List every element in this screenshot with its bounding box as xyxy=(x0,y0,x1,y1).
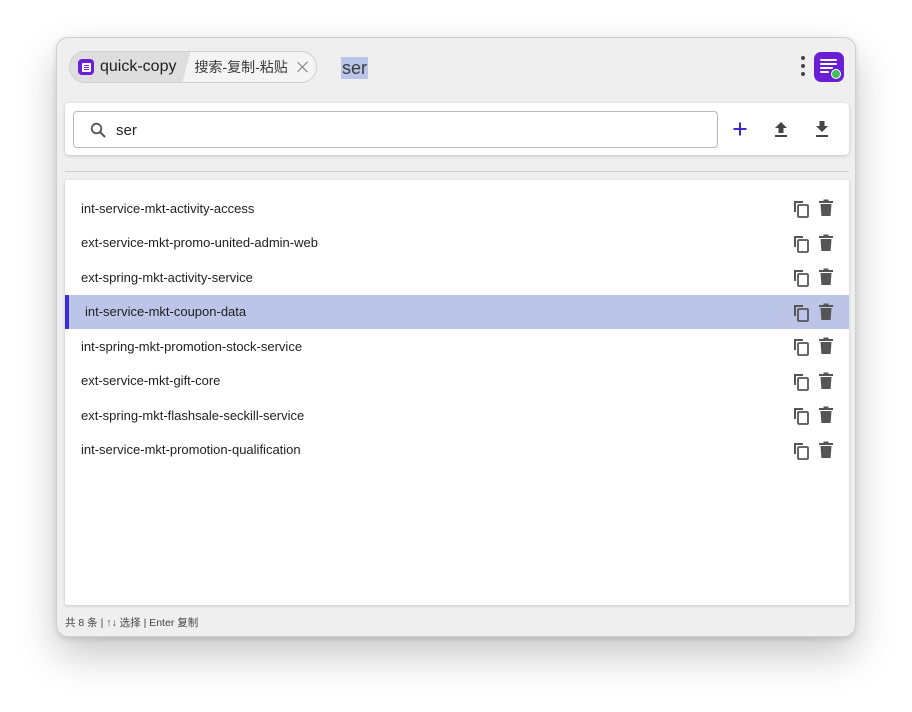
breadcrumb-app-label: quick-copy xyxy=(100,58,177,75)
trash-icon[interactable] xyxy=(818,406,834,424)
trash-icon[interactable] xyxy=(818,268,834,286)
search-toolbar xyxy=(65,103,849,155)
breadcrumb-task[interactable]: 搜索-复制-粘贴 xyxy=(188,52,315,82)
search-input[interactable] xyxy=(116,119,696,141)
copy-icon[interactable] xyxy=(791,267,811,287)
copy-icon[interactable] xyxy=(791,440,811,460)
results-panel: int-service-mkt-activity-access ext-serv… xyxy=(65,180,849,605)
list-item[interactable]: ext-service-mkt-promo-united-admin-web xyxy=(65,226,849,261)
list-item[interactable]: int-service-mkt-activity-access xyxy=(65,191,849,226)
list-item-label: int-spring-mkt-promotion-stock-service xyxy=(81,338,303,354)
download-icon[interactable] xyxy=(810,117,834,141)
list-item-label: ext-service-mkt-promo-united-admin-web xyxy=(81,235,318,251)
breadcrumb: quick-copy 搜索-复制-粘贴 xyxy=(69,51,317,83)
trash-icon[interactable] xyxy=(818,234,834,252)
title-bar: quick-copy 搜索-复制-粘贴 ser xyxy=(57,38,855,96)
search-icon xyxy=(90,122,106,138)
list-item[interactable]: int-service-mkt-promotion-qualification xyxy=(65,433,849,468)
list-item-label: ext-spring-mkt-flashsale-seckill-service xyxy=(81,407,305,423)
list-item-label: ext-spring-mkt-activity-service xyxy=(81,269,253,285)
trash-icon[interactable] xyxy=(818,199,834,217)
list-item-label: int-service-mkt-promotion-qualification xyxy=(81,442,301,458)
list-item-label: int-service-mkt-activity-access xyxy=(81,200,255,216)
search-field[interactable] xyxy=(73,111,718,148)
list-item[interactable]: ext-spring-mkt-activity-service xyxy=(65,260,849,295)
trash-icon[interactable] xyxy=(818,337,834,355)
status-bar: 共 8 条 | ↑↓ 选择 | Enter 复制 xyxy=(65,617,199,629)
copy-icon[interactable] xyxy=(791,405,811,425)
app-window: quick-copy 搜索-复制-粘贴 ser ser int-service-… xyxy=(56,37,856,637)
trash-icon[interactable] xyxy=(818,441,834,459)
close-icon[interactable] xyxy=(296,60,310,74)
list-item[interactable]: int-service-mkt-coupon-data xyxy=(65,294,849,329)
plus-icon[interactable] xyxy=(728,117,752,141)
breadcrumb-task-label: 搜索-复制-粘贴 xyxy=(194,59,288,75)
breadcrumb-app[interactable]: quick-copy xyxy=(70,52,190,82)
copy-icon[interactable] xyxy=(791,302,811,322)
query-text: ser xyxy=(341,57,369,79)
app-logo-icon[interactable] xyxy=(814,52,844,82)
list-item[interactable]: ext-spring-mkt-flashsale-seckill-service xyxy=(65,398,849,433)
divider xyxy=(65,171,849,172)
trash-icon[interactable] xyxy=(818,303,834,321)
list-item[interactable]: ext-service-mkt-gift-core xyxy=(65,364,849,399)
copy-icon[interactable] xyxy=(791,233,811,253)
copy-icon[interactable] xyxy=(791,198,811,218)
trash-icon[interactable] xyxy=(818,372,834,390)
upload-icon[interactable] xyxy=(769,117,793,141)
copy-icon[interactable] xyxy=(791,336,811,356)
list-item[interactable]: int-spring-mkt-promotion-stock-service xyxy=(65,329,849,364)
more-vertical-icon[interactable] xyxy=(799,56,807,78)
quick-copy-app-icon xyxy=(78,59,94,75)
list-item-label: ext-service-mkt-gift-core xyxy=(81,373,221,389)
copy-icon[interactable] xyxy=(791,371,811,391)
list-item-label: int-service-mkt-coupon-data xyxy=(85,304,247,320)
results-list: int-service-mkt-activity-access ext-serv… xyxy=(65,191,849,467)
